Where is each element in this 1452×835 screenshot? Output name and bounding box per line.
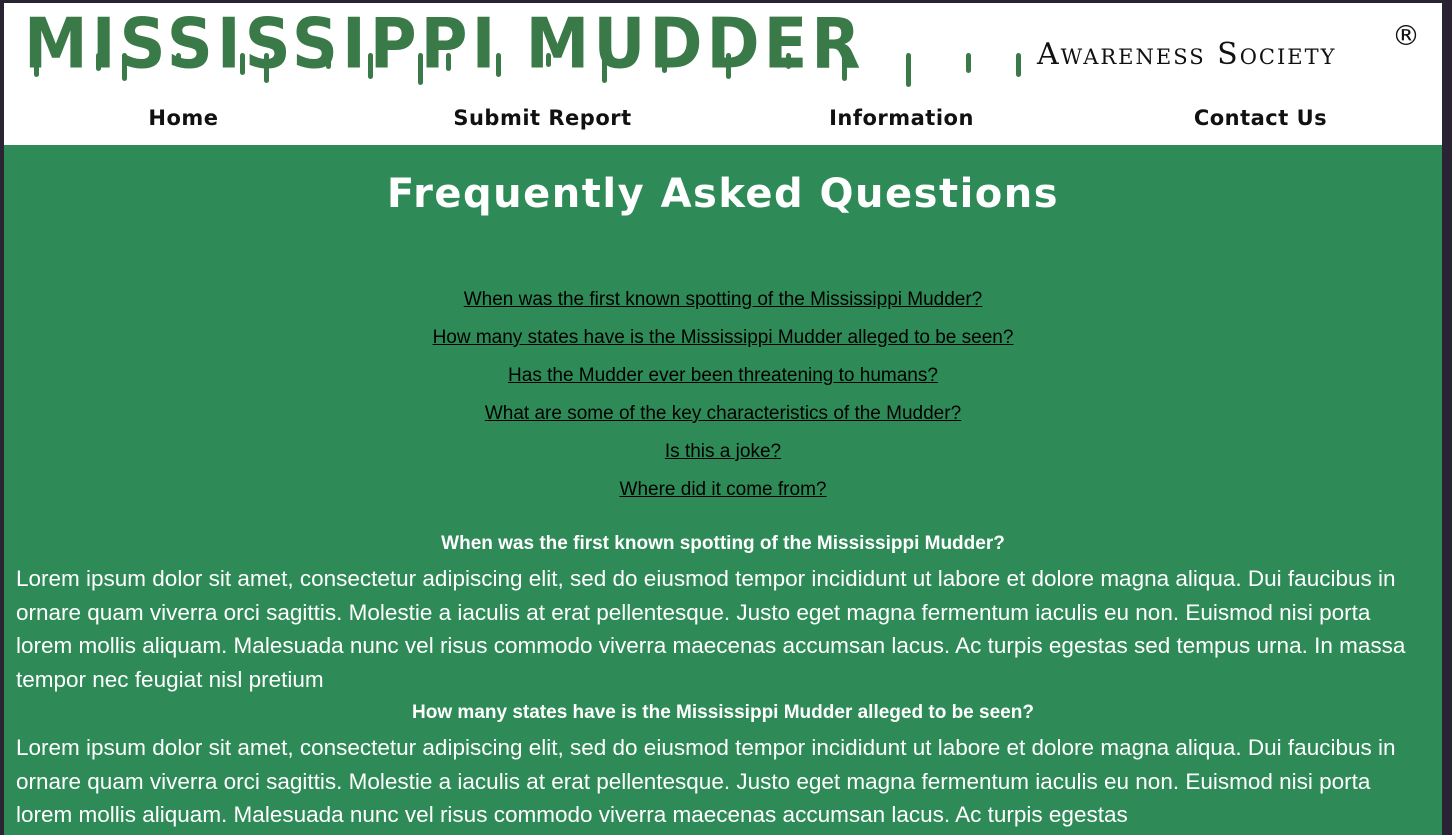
faq-link-characteristics[interactable]: What are some of the key characteristics…	[16, 395, 1430, 433]
nav-contact-us[interactable]: Contact Us	[1081, 106, 1440, 130]
faq-question-heading: How many states have is the Mississippi …	[412, 702, 1034, 723]
faq-link-states-seen[interactable]: How many states have is the Mississippi …	[16, 319, 1430, 357]
faq-link-first-spotting[interactable]: When was the first known spotting of the…	[16, 281, 1430, 319]
site-header: MISSISSIPPI MUDDER Awareness Society ® H…	[4, 3, 1442, 145]
faq-answer-text: Lorem ipsum dolor sit amet, consectetur …	[16, 566, 1406, 692]
faq-answer-text: Lorem ipsum dolor sit amet, consectetur …	[16, 735, 1396, 827]
page-title: Frequently Asked Questions	[386, 171, 1060, 217]
faq-link-origin[interactable]: Where did it come from?	[16, 471, 1430, 509]
faq-question-heading: When was the first known spotting of the…	[441, 533, 1005, 554]
faq-link-threatening[interactable]: Has the Mudder ever been threatening to …	[16, 357, 1430, 395]
faq-content: Frequently Asked Questions When was the …	[4, 145, 1442, 832]
main-nav: Home Submit Report Information Contact U…	[4, 106, 1442, 142]
logo-drips-decoration	[34, 53, 1021, 87]
nav-home[interactable]: Home	[4, 106, 363, 130]
nav-information[interactable]: Information	[722, 106, 1081, 130]
registered-trademark-icon: ®	[1392, 19, 1420, 52]
logo-subtitle: Awareness Society	[1037, 37, 1337, 72]
faq-section-states-seen: How many states have is the Mississippi …	[16, 702, 1430, 832]
nav-submit-report[interactable]: Submit Report	[363, 106, 722, 130]
faq-link-joke[interactable]: Is this a joke?	[16, 433, 1430, 471]
faq-link-list: When was the first known spotting of the…	[16, 281, 1430, 509]
browser-viewport: MISSISSIPPI MUDDER Awareness Society ® H…	[4, 3, 1442, 835]
faq-section-first-spotting: When was the first known spotting of the…	[16, 533, 1430, 696]
